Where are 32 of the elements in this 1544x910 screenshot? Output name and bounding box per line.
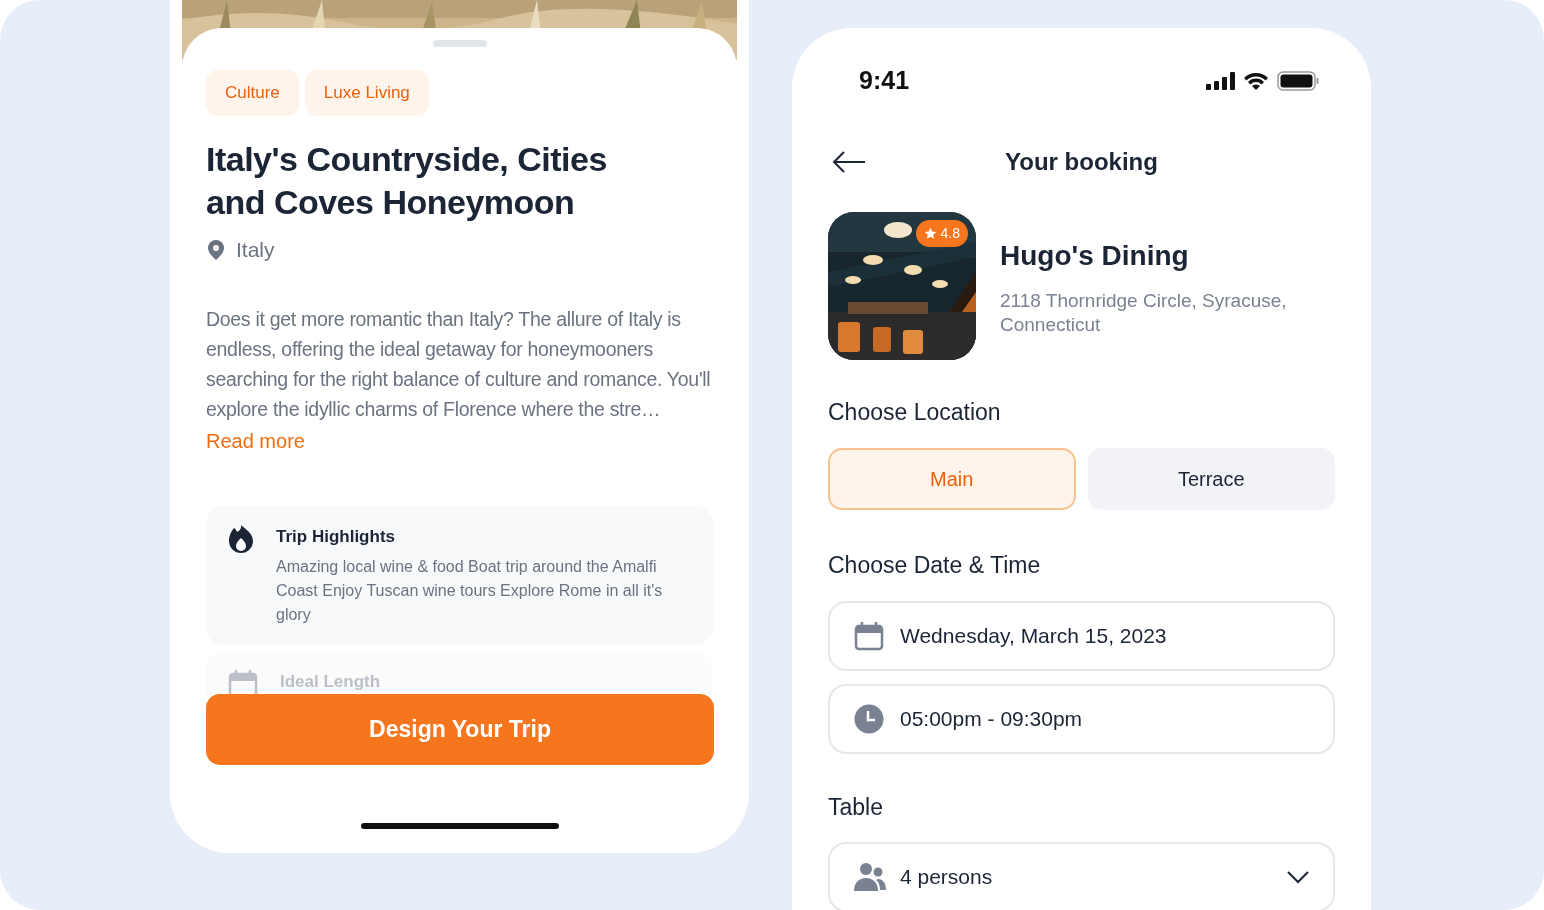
- signal-icon: [1206, 71, 1235, 90]
- trip-description: Does it get more romantic than Italy? The allure of Italy is endless, offering the ideal getaway for honeymooners searching for the right balance of culture and romance. You'll explore the idyllic charms of Florence where the stre…: [206, 306, 712, 422]
- location-pin-icon: [206, 238, 226, 261]
- card-title: Trip Highlights: [276, 525, 396, 548]
- location-text: Italy: [236, 237, 275, 263]
- people-icon: [854, 862, 886, 892]
- trip-title: Italy's Countryside, Cities and Coves Honeymoon: [206, 139, 608, 223]
- star-icon: [923, 226, 937, 240]
- clock-icon: [854, 703, 884, 734]
- status-time: 9:41: [859, 65, 910, 96]
- chevron-down-icon: [1287, 870, 1309, 884]
- card-title: Ideal Length: [280, 671, 381, 693]
- section-label: Choose Date & Time: [828, 551, 1042, 580]
- calendar-icon: [854, 620, 884, 651]
- battery-icon: [1277, 70, 1319, 91]
- tag: Culture: [206, 70, 299, 116]
- flame-icon: [228, 523, 254, 554]
- section-label: Choose Location: [828, 397, 1002, 427]
- card-text: Amazing local wine & food Boat trip around the Amalfi Coast Enjoy Tuscan wine tours Explore Rome in all it's glory: [276, 557, 664, 625]
- venue-address: 2118 Thornridge Circle, Syracuse, Connecticut: [1000, 288, 1288, 337]
- time-field[interactable]: 05:00pm - 09:30pm: [828, 683, 1335, 754]
- screen-title: Your booking: [1005, 146, 1158, 177]
- section-label: Table: [828, 792, 884, 822]
- location-option[interactable]: Terrace: [1087, 448, 1335, 510]
- rating-value: 4.8: [940, 223, 960, 243]
- venue-name: Hugo's Dining: [1000, 238, 1190, 273]
- drag-handle[interactable]: [432, 40, 487, 47]
- tag: Luxe Living: [304, 70, 429, 116]
- table-dropdown[interactable]: 4 persons: [828, 842, 1335, 910]
- date-field[interactable]: Wednesday, March 15, 2023: [828, 600, 1335, 671]
- back-arrow-icon[interactable]: [832, 149, 866, 174]
- wifi-icon: [1243, 71, 1269, 91]
